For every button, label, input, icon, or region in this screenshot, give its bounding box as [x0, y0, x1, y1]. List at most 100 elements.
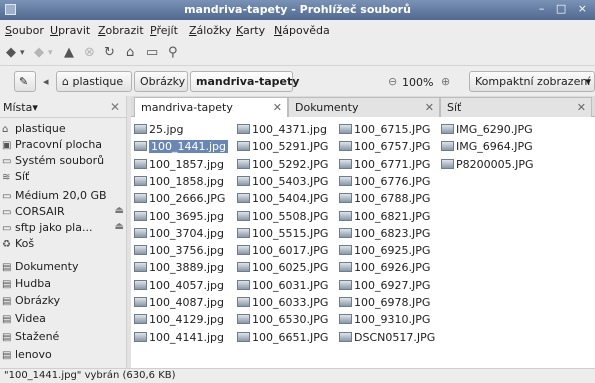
zoom-out-icon[interactable]: ⊖: [388, 75, 397, 88]
file-item[interactable]: 100_6925.JPG: [339, 244, 430, 260]
sidebar-item-obrazky[interactable]: ▤ Obrázky: [2, 294, 124, 310]
image-file-icon: [339, 279, 352, 290]
menu-prejit[interactable]: Přejít: [150, 24, 178, 37]
sidebar-item-stazene[interactable]: ▤ Stažené: [2, 330, 124, 346]
tab-close-icon[interactable]: ✕: [273, 101, 282, 114]
location-toggle-button[interactable]: ✎: [14, 71, 36, 92]
sidebar-item-kos[interactable]: ♻ Koš: [2, 237, 124, 253]
file-item[interactable]: 100_5403.JPG: [237, 175, 328, 191]
file-name: 100_4141.jpg: [149, 330, 225, 344]
file-name: DSCN0517.JPG: [354, 330, 436, 344]
computer-icon[interactable]: ▭: [146, 45, 158, 60]
tab-mandriva-tapety[interactable]: mandriva-tapety ✕: [134, 97, 288, 118]
sidebar-item-lenovo[interactable]: ▤ lenovo: [2, 348, 124, 364]
eject-icon[interactable]: ⏏: [115, 221, 124, 232]
file-item[interactable]: 100_1441.jpg: [134, 140, 229, 156]
file-item[interactable]: IMG_6290.JPG: [441, 123, 533, 139]
file-item[interactable]: 100_2666.JPG: [134, 192, 225, 208]
crumb-obrazky[interactable]: Obrázky: [134, 71, 188, 92]
reload-icon[interactable]: ↻: [104, 45, 115, 60]
sidebar-item-medium[interactable]: ▭ Médium 20,0 GB: [2, 189, 124, 205]
file-item[interactable]: 100_6025.JPG: [237, 261, 328, 277]
file-item[interactable]: 100_9310.JPG: [339, 313, 430, 329]
file-item[interactable]: 100_6017.JPG: [237, 244, 328, 260]
sidebar-item-videa[interactable]: ▤ Videa: [2, 312, 124, 328]
file-item[interactable]: 100_3756.jpg: [134, 244, 224, 260]
zoom-in-icon[interactable]: ⊕: [441, 75, 450, 88]
menu-soubor[interactable]: Soubor: [5, 24, 44, 37]
sidebar-item-system-souboru[interactable]: ▭ Systém souborů: [2, 154, 124, 170]
file-item[interactable]: 100_4057.jpg: [134, 279, 224, 295]
back-icon[interactable]: ◆: [6, 45, 16, 60]
sidebar-type-select[interactable]: Místa▾: [3, 101, 38, 114]
menu-napoveda[interactable]: Nápověda: [274, 24, 330, 37]
eject-icon[interactable]: ⏏: [115, 205, 124, 216]
stop-icon[interactable]: ⊗: [84, 45, 95, 60]
sidebar-item-pracovni-plocha[interactable]: ▣ Pracovní plocha: [2, 138, 124, 154]
tab-close-icon[interactable]: ✕: [577, 101, 586, 114]
file-item[interactable]: 100_6978.JPG: [339, 296, 430, 312]
sidebar-item-corsair[interactable]: ▭ CORSAIR ⏏: [2, 205, 124, 221]
file-item[interactable]: 100_6031.JPG: [237, 279, 328, 295]
menu-upravit[interactable]: Upravit: [50, 24, 90, 37]
file-item[interactable]: DSCN0517.JPG: [339, 331, 435, 347]
forward-icon[interactable]: ◆: [34, 45, 44, 60]
file-item[interactable]: 100_3889.jpg: [134, 261, 224, 277]
file-item[interactable]: 100_6033.JPG: [237, 296, 328, 312]
file-item[interactable]: 100_6771.JPG: [339, 158, 430, 174]
file-view[interactable]: 25.jpg 100_1441.jpg 100_1857.jpg 100_1858.j…: [131, 117, 595, 368]
image-file-icon: [339, 331, 352, 342]
file-item[interactable]: 100_3704.jpg: [134, 227, 224, 243]
sidebar-close-icon[interactable]: ✕: [110, 100, 120, 114]
file-item[interactable]: 100_6757.JPG: [339, 140, 430, 156]
file-item[interactable]: 25.jpg: [134, 123, 184, 139]
file-name: 100_6025.JPG: [252, 261, 329, 275]
file-item[interactable]: 100_6788.JPG: [339, 192, 430, 208]
file-item[interactable]: 100_6821.JPG: [339, 210, 430, 226]
file-item[interactable]: 100_4141.jpg: [134, 331, 224, 347]
back-history-arrow-icon[interactable]: ▾: [20, 48, 25, 58]
file-item[interactable]: 100_6715.JPG: [339, 123, 430, 139]
window-controls[interactable]: – □ ×: [539, 2, 591, 15]
up-icon[interactable]: ▲: [64, 45, 74, 60]
file-item[interactable]: 100_5515.JPG: [237, 227, 328, 243]
title-bar: mandriva-tapety - Prohlížeč souborů – □ …: [0, 0, 595, 20]
file-item[interactable]: IMG_6964.JPG: [441, 140, 533, 156]
forward-history-arrow-icon[interactable]: ▾: [48, 48, 53, 58]
view-mode-select[interactable]: Kompaktní zobrazení ▾: [469, 71, 595, 92]
tab-sit[interactable]: Síť ✕: [440, 97, 592, 117]
file-item[interactable]: 100_1858.jpg: [134, 175, 224, 191]
file-item[interactable]: 100_4087.jpg: [134, 296, 224, 312]
file-item[interactable]: 100_5292.JPG: [237, 158, 328, 174]
file-item[interactable]: 100_6651.JPG: [237, 331, 328, 347]
file-item[interactable]: 100_6530.JPG: [237, 313, 328, 329]
file-name: 100_9310.JPG: [354, 313, 431, 327]
menu-zalozky[interactable]: Záložky: [189, 24, 231, 37]
file-item[interactable]: 100_6926.JPG: [339, 261, 430, 277]
file-item[interactable]: 100_6776.JPG: [339, 175, 430, 191]
file-item[interactable]: 100_6823.JPG: [339, 227, 430, 243]
home-icon[interactable]: ⌂: [126, 45, 134, 60]
sidebar-item-sftp[interactable]: ▭ sftp jako pla... ⏏: [2, 221, 124, 237]
crumb-plastique[interactable]: ⌂ plastique: [56, 71, 132, 92]
path-prev-arrow-icon[interactable]: ◂: [43, 75, 49, 88]
file-item[interactable]: P8200005.JPG: [441, 158, 534, 174]
file-item[interactable]: 100_6927.JPG: [339, 279, 430, 295]
sidebar-item-plastique[interactable]: ⌂ plastique: [2, 122, 124, 138]
crumb-mandriva-tapety[interactable]: mandriva-tapety: [190, 71, 299, 92]
file-item[interactable]: 100_1857.jpg: [134, 158, 224, 174]
tab-close-icon[interactable]: ✕: [425, 101, 434, 114]
file-item[interactable]: 100_4129.jpg: [134, 313, 224, 329]
file-item[interactable]: 100_4371.jpg: [237, 123, 327, 139]
sidebar-item-hudba[interactable]: ▤ Hudba: [2, 277, 124, 293]
sidebar-item-dokumenty[interactable]: ▤ Dokumenty: [2, 260, 124, 276]
file-item[interactable]: 100_5291.JPG: [237, 140, 328, 156]
menu-karty[interactable]: Karty: [236, 24, 265, 37]
tab-dokumenty[interactable]: Dokumenty ✕: [288, 97, 440, 117]
search-icon[interactable]: ⚲: [168, 45, 178, 60]
file-item[interactable]: 100_3695.jpg: [134, 210, 224, 226]
menu-zobrazit[interactable]: Zobrazit: [98, 24, 144, 37]
file-item[interactable]: 100_5404.JPG: [237, 192, 328, 208]
sidebar-item-sit[interactable]: ≋ Síť: [2, 170, 124, 186]
file-item[interactable]: 100_5508.JPG: [237, 210, 328, 226]
